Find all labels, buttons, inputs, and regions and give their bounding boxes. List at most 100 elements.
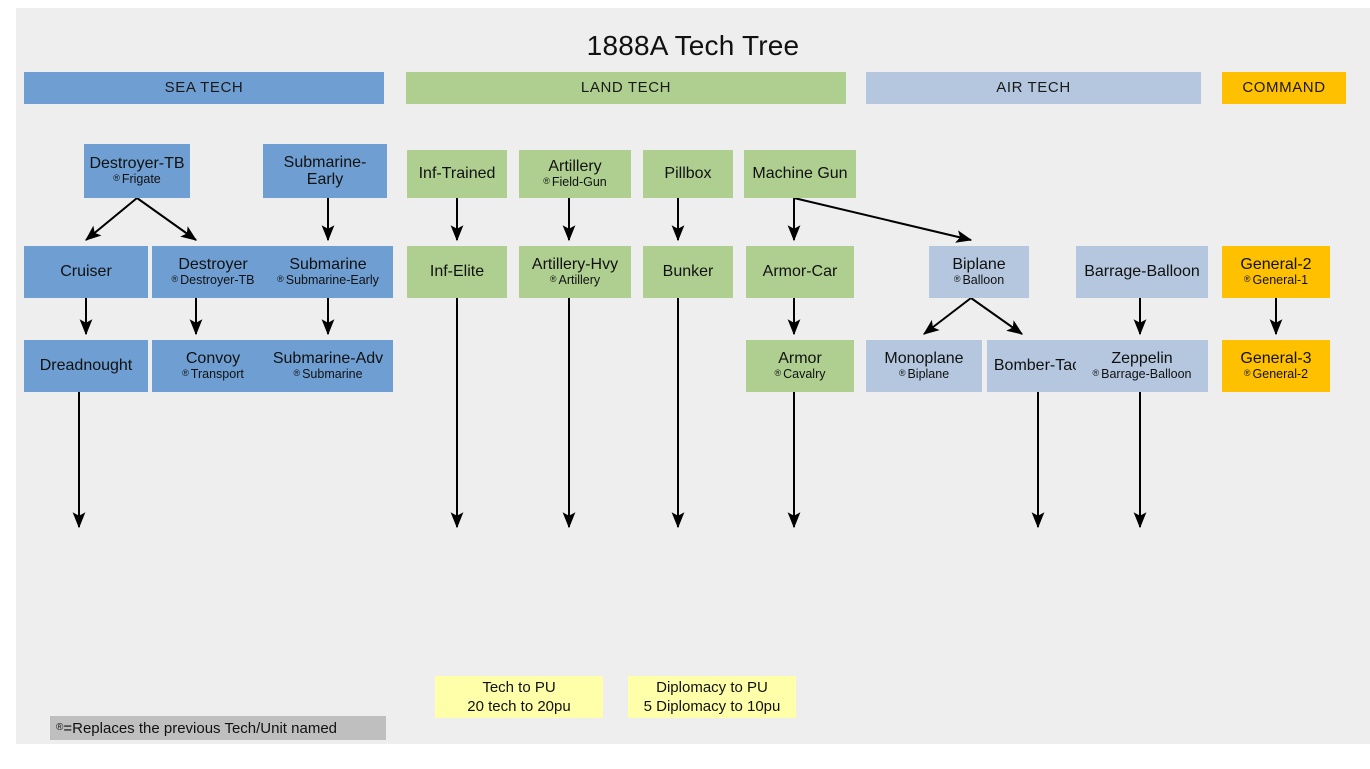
tech-node-replaces: ® Biplane — [899, 368, 949, 382]
tech-node-replaces: ® Cavalry — [774, 368, 825, 382]
tech-node-name: Armor — [778, 350, 822, 368]
legend-symbol: ® — [56, 721, 64, 733]
tech-node-general-2[interactable]: General-2 ® General-1 — [1222, 246, 1330, 298]
tech-node-dreadnought[interactable]: Dreadnought — [24, 340, 148, 392]
tech-node-replaces: ® General-2 — [1244, 368, 1308, 382]
registered-mark-icon: ® — [898, 368, 906, 379]
note-diplomacy-to-pu: Diplomacy to PU 5 Diplomacy to 10pu — [628, 676, 796, 718]
tech-node-barrage-balloon[interactable]: Barrage-Balloon — [1076, 246, 1208, 298]
page-title: 1888A Tech Tree — [586, 30, 800, 61]
tech-node-name: Armor-Car — [762, 263, 838, 281]
tech-node-name: Convoy — [185, 350, 241, 368]
tech-node-artillery-hvy[interactable]: Artillery-Hvy ® Artillery — [519, 246, 631, 298]
arrow-biplane-to-monoplane — [923, 297, 972, 335]
tech-node-name: Bomber-Tac — [993, 357, 1081, 375]
category-band-sea-tech[interactable]: SEA TECH — [24, 72, 384, 104]
tech-node-name: Inf-Trained — [418, 165, 496, 183]
tech-node-monoplane[interactable]: Monoplane ® Biplane — [866, 340, 982, 392]
tech-node-replaces: ® Submarine-Early — [277, 274, 379, 288]
replaces-target-label: Cavalry — [783, 367, 826, 382]
tech-node-submarine[interactable]: Submarine ® Submarine-Early — [263, 246, 393, 298]
tech-node-name: Dreadnought — [39, 357, 133, 375]
tech-node-name: Artillery — [548, 158, 602, 176]
replaces-target-label: Field-Gun — [551, 175, 607, 190]
tech-node-replaces: ® Submarine — [293, 368, 362, 382]
registered-mark-icon: ® — [1243, 274, 1251, 285]
arrow-machine-gun-to-biplane — [793, 197, 973, 243]
registered-mark-icon: ® — [543, 176, 550, 187]
tech-node-destroyer[interactable]: Destroyer ® Destroyer-TB — [152, 246, 274, 298]
replaces-target-label: General-2 — [1252, 367, 1309, 382]
tech-node-name: Zeppelin — [1111, 350, 1173, 368]
tech-node-submarine-early[interactable]: Submarine-Early — [263, 144, 387, 198]
tech-node-replaces: ® General-1 — [1244, 274, 1308, 288]
tech-node-name: Artillery-Hvy — [531, 256, 619, 274]
tech-node-name: General-3 — [1240, 350, 1312, 368]
tech-node-bomber-tac[interactable]: Bomber-Tac — [987, 340, 1087, 392]
tech-node-armor[interactable]: Armor ® Cavalry — [746, 340, 854, 392]
tech-node-artillery[interactable]: Artillery ® Field-Gun — [519, 150, 631, 198]
registered-mark-icon: ® — [774, 368, 782, 379]
tech-node-name: Machine Gun — [752, 165, 848, 183]
registered-mark-icon: ® — [182, 368, 189, 379]
tech-node-machine-gun[interactable]: Machine Gun — [744, 150, 856, 198]
replaces-target-label: Biplane — [907, 367, 950, 382]
tech-node-replaces: ® Barrage-Balloon — [1093, 368, 1192, 382]
tech-node-name: Cruiser — [60, 263, 112, 281]
tech-node-replaces: ® Destroyer-TB — [172, 274, 255, 288]
tech-node-replaces: ® Field-Gun — [543, 176, 607, 190]
tech-node-biplane[interactable]: Biplane ® Balloon — [929, 246, 1029, 298]
tech-node-name: Destroyer — [178, 256, 248, 274]
tech-node-destroyer-tb[interactable]: Destroyer-TB ® Frigate — [84, 144, 190, 198]
tech-node-name: General-2 — [1240, 256, 1312, 274]
category-band-land-tech[interactable]: LAND TECH — [406, 72, 846, 104]
registered-mark-icon: ® — [549, 274, 557, 285]
tech-node-submarine-adv[interactable]: Submarine-Adv ® Submarine — [263, 340, 393, 392]
replaces-target-label: Artillery — [558, 273, 601, 288]
tech-node-pillbox[interactable]: Pillbox — [643, 150, 733, 198]
tech-node-zeppelin[interactable]: Zeppelin ® Barrage-Balloon — [1076, 340, 1208, 392]
category-band-command[interactable]: COMMAND — [1222, 72, 1346, 104]
tech-node-replaces: ® Artillery — [550, 274, 600, 288]
arrow-biplane-to-bomber-tac — [970, 297, 1023, 335]
legend-replaces: ® =Replaces the previous Tech/Unit named — [50, 716, 386, 740]
registered-mark-icon: ® — [113, 173, 120, 184]
tech-node-name: Bunker — [662, 263, 714, 281]
replaces-target-label: Submarine — [302, 367, 363, 382]
registered-mark-icon: ® — [953, 274, 961, 285]
replaces-target-label: Destroyer-TB — [180, 273, 255, 288]
tech-node-inf-elite[interactable]: Inf-Elite — [407, 246, 507, 298]
tech-node-name: Monoplane — [884, 350, 964, 368]
replaces-target-label: Submarine-Early — [285, 273, 379, 288]
tech-node-convoy[interactable]: Convoy ® Transport — [152, 340, 274, 392]
tech-node-name: Pillbox — [664, 165, 712, 183]
tech-node-replaces: ® Balloon — [954, 274, 1004, 288]
note-line-2: 20 tech to 20pu — [467, 698, 571, 715]
tech-node-replaces: ® Frigate — [113, 173, 161, 187]
tech-tree-board: 1888A Tech Tree SEA TECH LAND TECH AIR TEC… — [16, 8, 1370, 744]
replaces-target-label: Barrage-Balloon — [1101, 367, 1192, 382]
tech-node-name: Inf-Elite — [429, 263, 485, 281]
tech-node-name: Submarine-Adv — [272, 350, 384, 368]
note-line-1: Tech to PU — [482, 678, 556, 696]
note-line-2: 5 Diplomacy to 10pu — [643, 698, 781, 715]
registered-mark-icon: ® — [1243, 368, 1251, 379]
replaces-target-label: Frigate — [121, 172, 161, 187]
arrow-destroyer-tb-to-cruiser — [85, 197, 138, 241]
tech-node-general-3[interactable]: General-3 ® General-2 — [1222, 340, 1330, 392]
tech-node-name: Submarine — [289, 256, 367, 274]
replaces-target-label: General-1 — [1252, 273, 1309, 288]
tech-node-name: Barrage-Balloon — [1084, 263, 1200, 281]
tech-node-replaces: ® Transport — [182, 368, 244, 382]
tech-node-bunker[interactable]: Bunker — [643, 246, 733, 298]
category-band-air-tech[interactable]: AIR TECH — [866, 72, 1201, 104]
tech-node-name: Destroyer-TB — [89, 155, 185, 173]
arrow-destroyer-tb-to-destroyer — [136, 197, 197, 241]
tech-node-armor-car[interactable]: Armor-Car — [746, 246, 854, 298]
note-tech-to-pu: Tech to PU 20 tech to 20pu — [435, 676, 603, 718]
screenshot-canvas: 1888A Tech Tree SEA TECH LAND TECH AIR TEC… — [0, 0, 1370, 769]
tech-node-cruiser[interactable]: Cruiser — [24, 246, 148, 298]
registered-mark-icon: ® — [277, 274, 284, 285]
tech-node-name: Biplane — [952, 256, 1006, 274]
tech-node-inf-trained[interactable]: Inf-Trained — [407, 150, 507, 198]
